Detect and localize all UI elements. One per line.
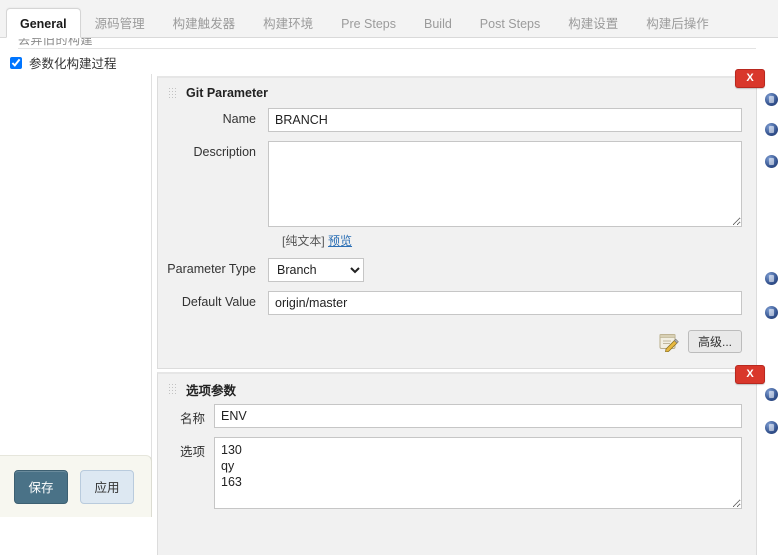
- tab-scm[interactable]: 源码管理: [81, 8, 159, 38]
- choice-parameter-header: 选项参数 X: [158, 365, 765, 404]
- choice-parameter-panel: 选项参数 X 名称 选项 130 qy 163: [157, 365, 765, 555]
- drag-handle-icon[interactable]: [168, 86, 177, 100]
- tab-general[interactable]: General: [6, 8, 81, 38]
- choice-name-input[interactable]: [214, 404, 742, 428]
- apply-button[interactable]: 应用: [80, 469, 134, 504]
- tab-build-env[interactable]: 构建环境: [249, 8, 327, 38]
- parameterize-build-checkbox[interactable]: [10, 56, 22, 69]
- choice-options-field-row: 选项 130 qy 163: [158, 437, 756, 509]
- git-name-input[interactable]: [268, 108, 742, 132]
- plaintext-markup-label: [纯文本]: [282, 234, 325, 248]
- git-description-textarea[interactable]: [268, 141, 742, 227]
- git-parameter-type-row: Parameter Type Branch: [158, 258, 756, 282]
- git-parameter-title: Git Parameter: [186, 86, 268, 100]
- git-default-value-row: Default Value: [158, 291, 756, 315]
- git-parameter-header: Git Parameter X: [158, 69, 765, 108]
- edit-note-icon[interactable]: [658, 332, 680, 352]
- left-content-card: [0, 74, 152, 474]
- git-default-value-label: Default Value: [181, 295, 256, 309]
- clipped-section-text: 丢弃旧的构建: [18, 38, 94, 47]
- help-icon-git-parameter-type[interactable]: [765, 272, 778, 285]
- git-default-value-input[interactable]: [268, 291, 742, 315]
- help-icon-choice-name[interactable]: [765, 388, 778, 401]
- help-icon-choice-options[interactable]: [765, 421, 778, 434]
- parameterize-build-label: 参数化构建过程: [29, 57, 117, 71]
- help-icon-git-preview[interactable]: [765, 155, 778, 168]
- choice-parameter-close-button[interactable]: X: [735, 365, 765, 384]
- tab-post-steps[interactable]: Post Steps: [466, 8, 554, 38]
- form-action-bar: 保存 应用: [0, 455, 152, 517]
- help-icon-git-description[interactable]: [765, 123, 778, 136]
- git-name-label: Name: [222, 112, 256, 126]
- tab-build-settings[interactable]: 构建设置: [554, 8, 632, 38]
- git-advanced-button[interactable]: 高级...: [687, 330, 742, 353]
- git-description-label: Description: [193, 145, 256, 159]
- tab-build-triggers[interactable]: 构建触发器: [159, 8, 250, 38]
- tab-build[interactable]: Build: [410, 8, 466, 38]
- description-markup-links: [纯文本] 预览: [282, 232, 756, 249]
- parameterize-build-row[interactable]: 参数化构建过程: [10, 53, 117, 72]
- drag-handle-icon[interactable]: [168, 382, 177, 396]
- choice-parameter-title: 选项参数: [186, 383, 237, 398]
- help-icon-git-default-value[interactable]: [765, 306, 778, 319]
- preview-link[interactable]: 预览: [328, 234, 352, 248]
- choice-name-label: 名称: [179, 412, 205, 426]
- section-divider: [18, 48, 756, 49]
- tab-post-build[interactable]: 构建后操作: [632, 8, 723, 38]
- git-parameter-panel: Git Parameter X Name Description [纯文本] 预…: [157, 69, 765, 369]
- git-parameter-close-button[interactable]: X: [735, 69, 765, 88]
- main-tab-bar: General 源码管理 构建触发器 构建环境 Pre Steps Build …: [0, 0, 778, 38]
- choice-name-field-row: 名称: [158, 404, 756, 428]
- tab-pre-steps[interactable]: Pre Steps: [327, 8, 410, 38]
- choice-options-textarea[interactable]: 130 qy 163: [214, 437, 742, 509]
- save-button[interactable]: 保存: [14, 469, 68, 504]
- git-parameter-type-label: Parameter Type: [167, 262, 256, 276]
- git-name-field-row: Name: [158, 108, 756, 132]
- config-form-sheet: 丢弃旧的构建 参数化构建过程 保存 应用 Git Parameter X Nam…: [0, 38, 778, 555]
- git-advanced-row: 高级...: [158, 324, 756, 361]
- help-icon-git-name[interactable]: [765, 93, 778, 106]
- git-description-field-row: Description: [158, 141, 756, 227]
- git-parameter-type-select[interactable]: Branch: [268, 258, 364, 282]
- choice-options-label: 选项: [179, 445, 205, 459]
